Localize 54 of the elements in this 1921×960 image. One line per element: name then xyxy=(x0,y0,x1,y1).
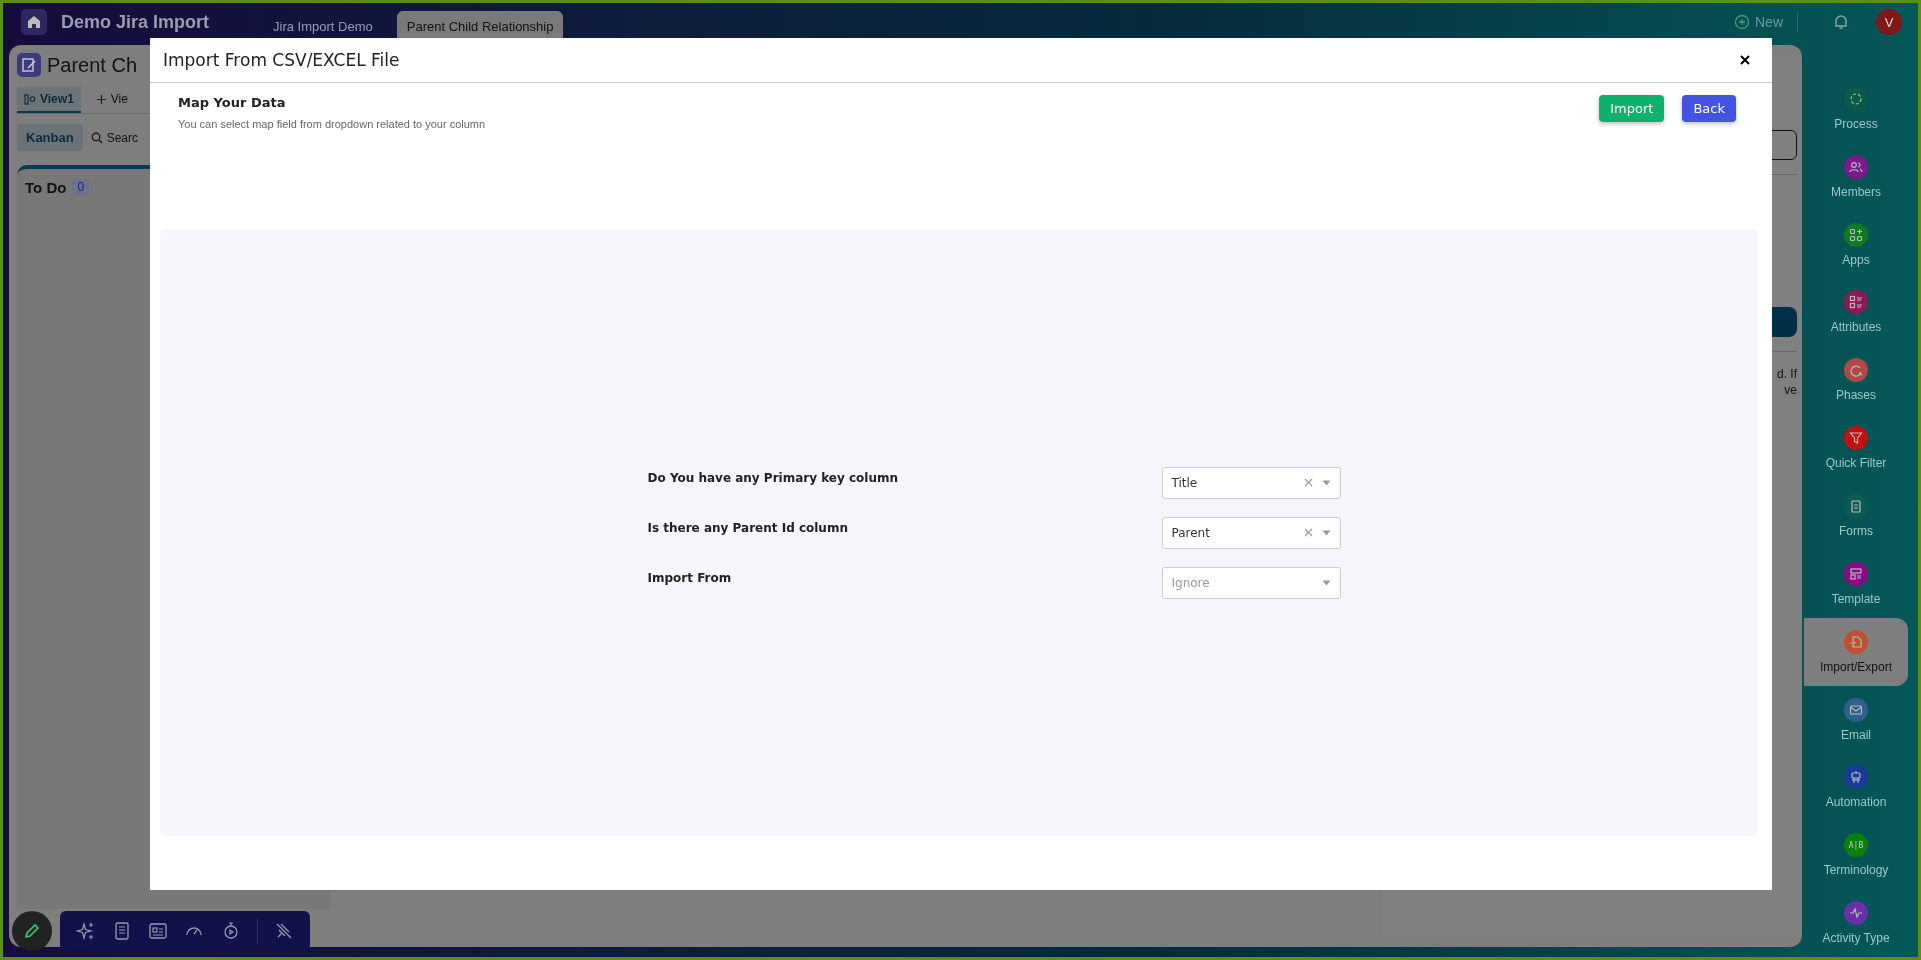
sidebar-item[interactable]: A|B Terminology xyxy=(1804,821,1908,890)
clear-icon[interactable] xyxy=(1303,478,1313,487)
plus-circle-icon xyxy=(1734,14,1750,30)
dropdown-field[interactable]: Ignore xyxy=(1161,566,1341,599)
pencil-icon xyxy=(23,922,41,940)
sidebar-item[interactable]: Phases xyxy=(1804,346,1908,415)
id-card-icon[interactable] xyxy=(148,921,169,941)
kanban-button[interactable]: Kanban xyxy=(17,124,83,151)
note-edit-icon xyxy=(17,53,41,77)
workspace-title: Demo Jira Import xyxy=(61,11,210,33)
new-button[interactable]: New xyxy=(1734,12,1798,32)
home-icon[interactable] xyxy=(21,9,47,35)
sidebar-item[interactable]: Automation xyxy=(1804,753,1908,822)
clear-icon[interactable] xyxy=(1303,528,1313,537)
sidebar-icon: A|B xyxy=(1844,833,1868,858)
sidebar-item[interactable]: Template xyxy=(1804,549,1908,618)
caret-icon xyxy=(1321,529,1331,536)
sidebar-item[interactable]: Import/Export xyxy=(1804,617,1908,686)
sidebar-item[interactable]: Process xyxy=(1804,75,1908,143)
plus-icon xyxy=(95,93,107,105)
description-text: d. If xyxy=(1777,366,1797,382)
column-title: To Do xyxy=(25,179,67,196)
import-button[interactable]: Import xyxy=(1599,95,1665,122)
board-title: Parent Ch xyxy=(47,53,138,77)
view-tab[interactable]: Vie xyxy=(88,87,135,113)
sidebar-item[interactable]: Attributes xyxy=(1804,278,1908,347)
section-heading: Map Your Data xyxy=(178,95,287,110)
count-badge: 0 xyxy=(72,179,90,195)
sidebar-item[interactable]: Quick Filter xyxy=(1804,414,1908,483)
bell-icon[interactable] xyxy=(1832,13,1850,31)
view-tab[interactable]: View1 xyxy=(17,87,81,113)
columns-icon xyxy=(24,93,36,105)
caret-icon xyxy=(1321,479,1331,486)
caret-icon xyxy=(1321,579,1331,586)
project-tab[interactable]: Jira Import Demo xyxy=(263,11,383,41)
sidebar-item[interactable]: Apps xyxy=(1804,210,1908,279)
field-label: Do You have any Primary key column xyxy=(647,469,899,485)
sidebar-item[interactable]: Forms xyxy=(1804,482,1908,550)
dropdown-field[interactable]: Parent xyxy=(1161,516,1341,549)
back-button[interactable]: Back xyxy=(1682,95,1736,122)
sidebar-item[interactable]: Email xyxy=(1804,685,1908,754)
dropdown-field[interactable]: Title xyxy=(1161,466,1341,499)
project-tab[interactable]: Parent Child Relationship xyxy=(396,11,564,41)
user-avatar[interactable]: V xyxy=(1876,9,1902,35)
dialog-title: Import From CSV/EXCEL File xyxy=(163,50,400,70)
field-label: Import From xyxy=(647,569,732,585)
search-field[interactable]: Searc xyxy=(106,130,139,145)
close-icon[interactable] xyxy=(1738,53,1752,67)
sidebar-item[interactable]: Activity Type xyxy=(1804,889,1908,957)
section-subtitle: You can select map field from dropdown related to your column xyxy=(178,118,486,130)
field-label: Is there any Parent Id column xyxy=(647,519,848,535)
sidebar-item[interactable]: Members xyxy=(1804,142,1908,211)
description-text: ve xyxy=(1784,382,1797,398)
search-icon xyxy=(90,131,103,144)
